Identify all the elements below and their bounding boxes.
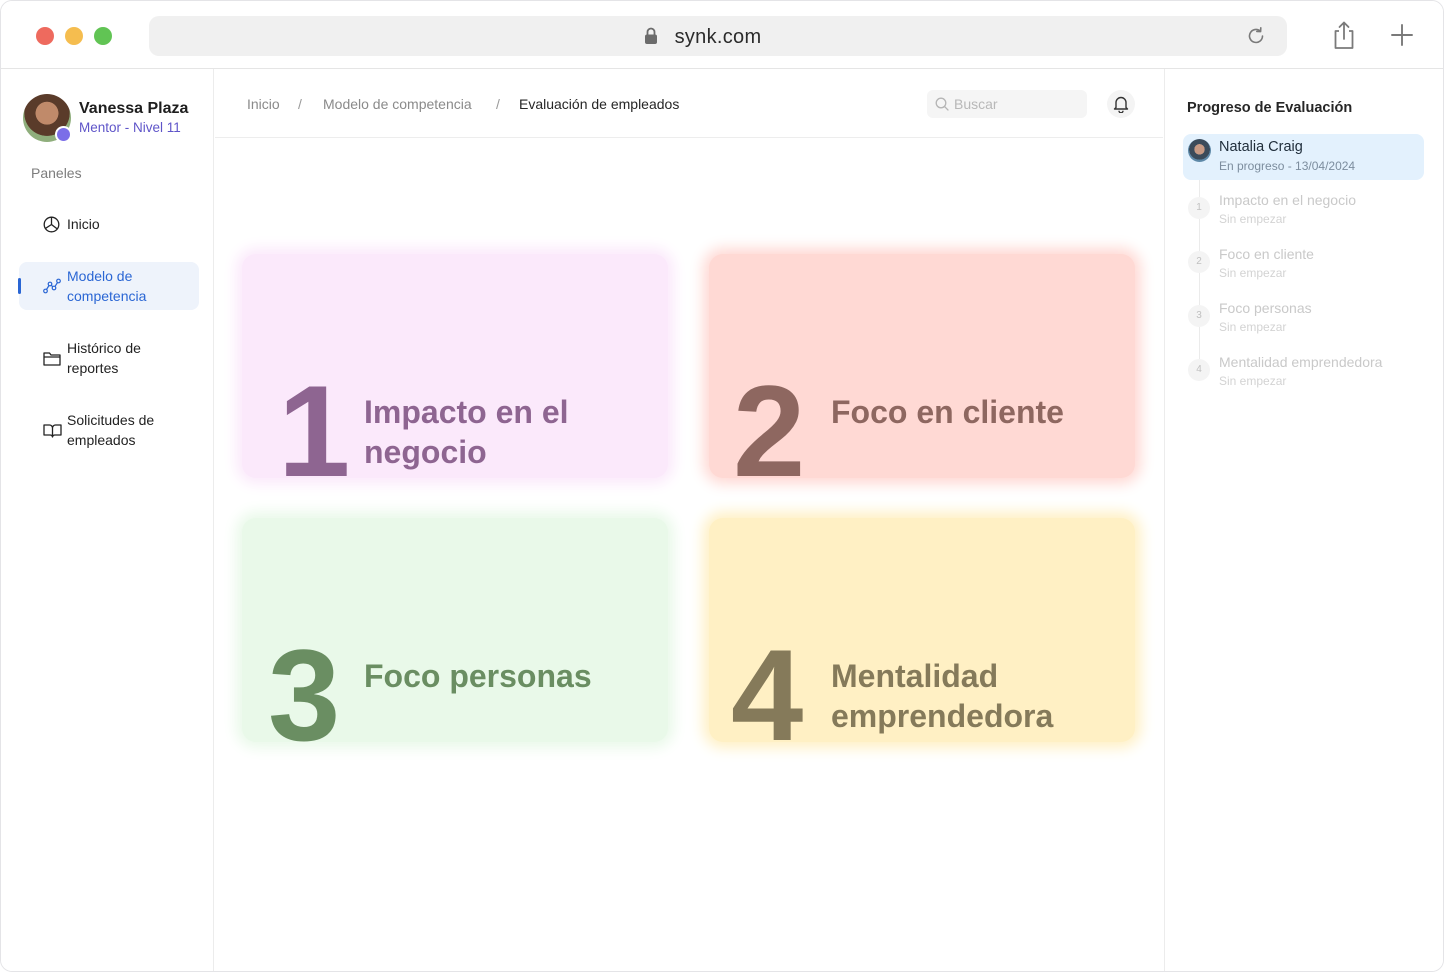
breadcrumb-separator: / bbox=[496, 96, 500, 112]
close-window-button[interactable] bbox=[36, 27, 54, 45]
breadcrumb-current: Evaluación de empleados bbox=[519, 96, 680, 112]
step-name: Mentalidad emprendedora bbox=[1219, 354, 1383, 370]
user-name: Vanessa Plaza bbox=[79, 100, 189, 117]
progress-step[interactable]: 1 Impacto en el negocio Sin empezar bbox=[1183, 188, 1423, 232]
main-content: Inicio / Modelo de competencia / Evaluac… bbox=[215, 69, 1163, 971]
step-status: Sin empezar bbox=[1219, 212, 1287, 226]
sidebar-item-historico-de-reportes[interactable]: Histórico de reportes bbox=[19, 334, 199, 382]
person-status: En progreso - 13/04/2024 bbox=[1219, 159, 1356, 173]
progress-step[interactable]: 3 Foco personas Sin empezar bbox=[1183, 296, 1423, 340]
new-tab-icon[interactable] bbox=[1390, 23, 1414, 47]
sidebar: Vanessa Plaza Mentor - Nivel 11 Paneles … bbox=[1, 69, 214, 971]
card-title: Impacto en el negocio bbox=[364, 394, 569, 470]
url-text: synk.com bbox=[674, 26, 762, 48]
card-number: 1 bbox=[278, 358, 351, 478]
notifications-button[interactable] bbox=[1107, 90, 1135, 118]
step-status: Sin empezar bbox=[1219, 266, 1287, 280]
user-role: Mentor - Nivel 11 bbox=[79, 120, 181, 135]
card-number: 2 bbox=[733, 358, 806, 478]
address-bar[interactable]: synk.com bbox=[149, 16, 1287, 56]
search-box[interactable] bbox=[927, 90, 1087, 118]
avatar[interactable] bbox=[23, 94, 72, 143]
competency-card-foco-cliente[interactable]: 2 Foco en cliente bbox=[709, 254, 1135, 478]
step-status: Sin empezar bbox=[1219, 374, 1287, 388]
search-icon bbox=[935, 97, 949, 111]
folder-icon bbox=[43, 352, 61, 366]
level-badge-icon bbox=[55, 126, 72, 143]
card-title: Foco en cliente bbox=[831, 394, 1064, 430]
competency-card-impacto[interactable]: 1 Impacto en el negocio bbox=[242, 254, 668, 478]
step-name: Foco en cliente bbox=[1219, 246, 1314, 262]
pie-chart-icon bbox=[43, 216, 60, 233]
breadcrumb-modelo-de-competencia[interactable]: Modelo de competencia bbox=[323, 96, 472, 112]
graph-nodes-icon bbox=[43, 278, 61, 294]
breadcrumb-separator: / bbox=[298, 96, 302, 112]
card-title: Foco personas bbox=[364, 658, 592, 694]
reload-icon[interactable] bbox=[1245, 25, 1267, 47]
browser-toolbar: synk.com bbox=[1, 1, 1443, 69]
step-number: 2 bbox=[1188, 251, 1210, 273]
bell-icon bbox=[1113, 96, 1129, 113]
avatar bbox=[1188, 139, 1211, 162]
sidebar-item-modelo-de-competencia[interactable]: Modelo de competencia bbox=[18, 262, 199, 310]
breadcrumb-inicio[interactable]: Inicio bbox=[247, 96, 280, 112]
person-name: Natalia Craig bbox=[1219, 139, 1303, 155]
sidebar-item-label: Modelo de competencia bbox=[67, 268, 147, 304]
sidebar-item-inicio[interactable]: Inicio bbox=[19, 206, 199, 242]
zoom-window-button[interactable] bbox=[94, 27, 112, 45]
card-title: Mentalidad emprendedora bbox=[831, 658, 1054, 734]
book-icon bbox=[43, 424, 62, 438]
browser-window: synk.com Vanessa Plaza Mentor - Nivel 11… bbox=[0, 0, 1444, 972]
step-name: Foco personas bbox=[1219, 300, 1312, 316]
card-number: 4 bbox=[731, 622, 804, 742]
sidebar-item-label: Histórico de reportes bbox=[67, 340, 141, 376]
sidebar-item-solicitudes-de-empleados[interactable]: Solicitudes de empleados bbox=[19, 406, 199, 454]
evaluated-person[interactable]: Natalia Craig En progreso - 13/04/2024 bbox=[1183, 134, 1424, 180]
progress-panel: Progreso de Evaluación Natalia Craig En … bbox=[1164, 69, 1443, 971]
sidebar-item-label: Solicitudes de empleados bbox=[67, 412, 155, 448]
step-number: 4 bbox=[1188, 359, 1210, 381]
sidebar-section-label: Paneles bbox=[31, 165, 82, 181]
minimize-window-button[interactable] bbox=[65, 27, 83, 45]
search-input[interactable] bbox=[954, 94, 1078, 114]
step-name: Impacto en el negocio bbox=[1219, 192, 1356, 208]
step-number: 3 bbox=[1188, 305, 1210, 327]
share-icon[interactable] bbox=[1331, 20, 1357, 50]
step-status: Sin empezar bbox=[1219, 320, 1287, 334]
competency-card-foco-personas[interactable]: 3 Foco personas bbox=[242, 518, 668, 742]
card-number: 3 bbox=[268, 622, 341, 742]
progress-step[interactable]: 4 Mentalidad emprendedora Sin empezar bbox=[1183, 350, 1423, 394]
progress-panel-title: Progreso de Evaluación bbox=[1187, 100, 1353, 116]
competency-card-mentalidad[interactable]: 4 Mentalidad emprendedora bbox=[709, 518, 1135, 742]
top-bar: Inicio / Modelo de competencia / Evaluac… bbox=[215, 69, 1163, 138]
progress-step[interactable]: 2 Foco en cliente Sin empezar bbox=[1183, 242, 1423, 286]
sidebar-item-label: Inicio bbox=[67, 216, 100, 232]
step-number: 1 bbox=[1188, 197, 1210, 219]
